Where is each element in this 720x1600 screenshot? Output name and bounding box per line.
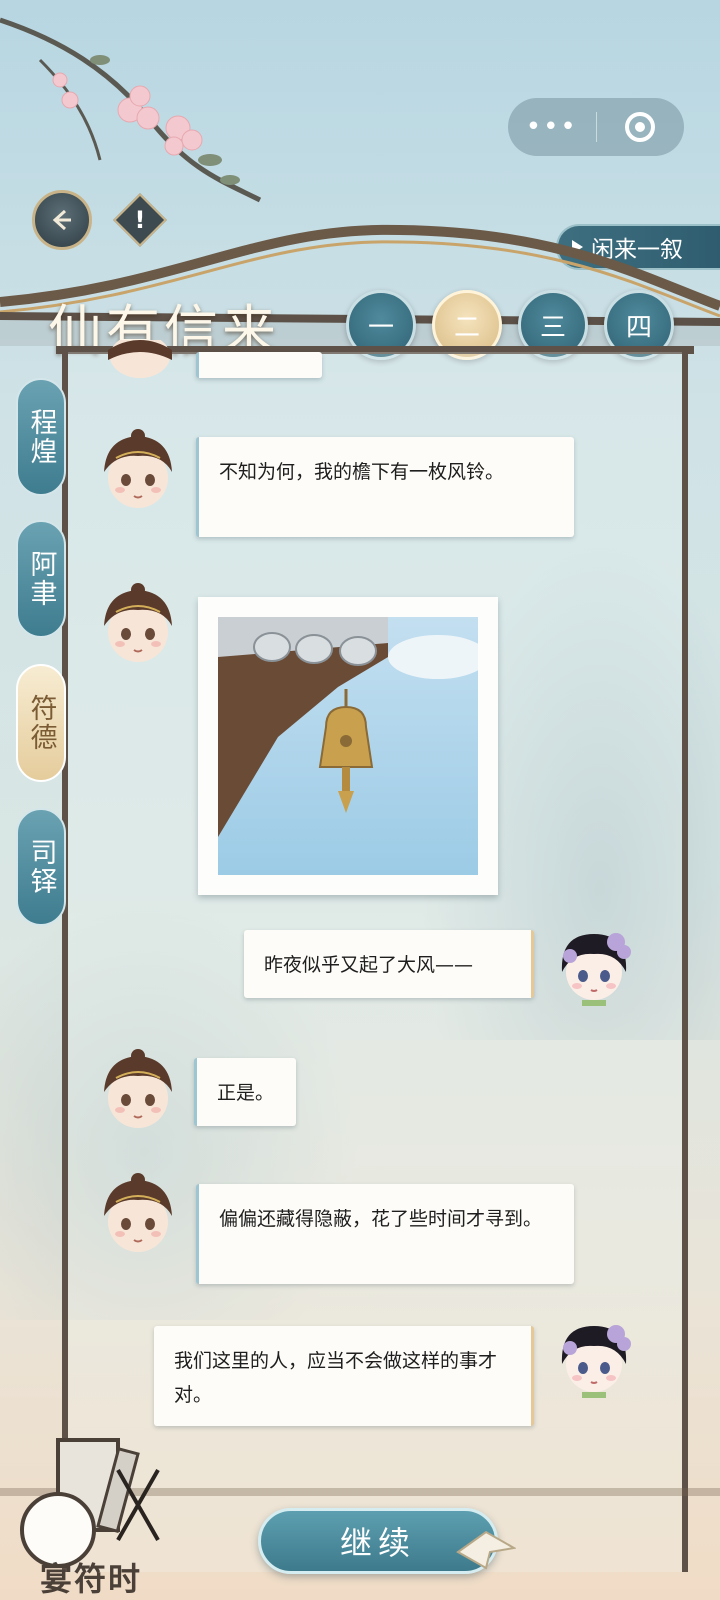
- avatar-male: [104, 1173, 172, 1252]
- message-bubble: 偏偏还藏得隐蔽，花了些时间才寻到。: [196, 1184, 574, 1284]
- bell-illustration: [218, 617, 478, 837]
- avatar-female: [561, 1325, 631, 1398]
- message-text: 偏偏还藏得隐蔽，花了些时间才寻到。: [219, 1208, 543, 1230]
- avatar-female: [561, 933, 631, 1006]
- avatar-male: [104, 1049, 172, 1128]
- mini-program-capsule: •••: [508, 98, 684, 156]
- more-button[interactable]: •••: [508, 98, 596, 156]
- bell-under-eaves-photo: [218, 617, 478, 875]
- continue-label: 继续: [339, 1524, 416, 1562]
- paper-crane-icon: [456, 1530, 516, 1570]
- close-mini-program-button[interactable]: [597, 98, 685, 156]
- avatar-male: [104, 429, 172, 508]
- message-bubble: 我们这里的人，应当不会做这样的事才对。: [154, 1326, 534, 1426]
- blossom-branch-decoration: [0, 17, 262, 203]
- studio-name: 宴符时: [40, 1560, 143, 1598]
- message-text: 正是。: [217, 1082, 275, 1104]
- image-message[interactable]: [198, 597, 498, 895]
- message-bubble-partial: [196, 352, 322, 378]
- message-bubble: 正是。: [194, 1058, 296, 1126]
- target-record-icon: [625, 112, 656, 142]
- contact-tab-siduo[interactable]: 司铎: [16, 808, 66, 926]
- message-bubble: 不知为何，我的檐下有一枚风铃。: [196, 437, 574, 537]
- message-text: 昨夜似乎又起了大风——: [264, 954, 474, 976]
- avatar-male-partial: [108, 340, 172, 378]
- contact-tab-fude[interactable]: 符德: [16, 664, 66, 782]
- message-text: 我们这里的人，应当不会做这样的事才对。: [174, 1350, 498, 1406]
- contact-tab-ayu[interactable]: 阿聿: [16, 520, 66, 638]
- message-bubble: 昨夜似乎又起了大风——: [244, 930, 534, 998]
- avatar-male: [104, 583, 172, 662]
- more-dots-icon: •••: [525, 112, 578, 142]
- message-text: 不知为何，我的檐下有一枚风铃。: [219, 461, 505, 483]
- contact-tab-chenghuang[interactable]: 程煌: [16, 378, 66, 496]
